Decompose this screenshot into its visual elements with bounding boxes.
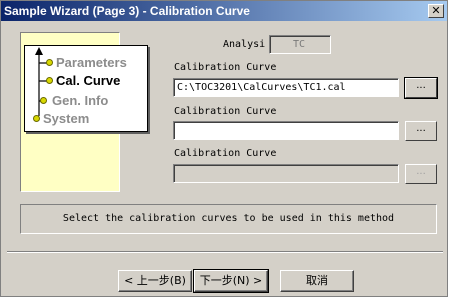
calibration-curve-3-label: Calibration Curve — [174, 148, 277, 159]
browse-button-label: ... — [416, 123, 426, 134]
browse-button-label: ... — [416, 80, 426, 91]
step-dot-icon — [40, 97, 47, 104]
step-dot-icon — [33, 115, 40, 122]
hint-message: Select the calibration curves to be used… — [62, 213, 395, 224]
back-button-label: < 上一步(B) — [124, 274, 186, 287]
nav-item-gen-info[interactable]: Gen. Info — [52, 93, 108, 108]
wizard-dialog: Sample Wizard (Page 3) - Calibration Cur… — [0, 0, 448, 297]
hint-message-box: Select the calibration curves to be used… — [20, 204, 437, 234]
close-button[interactable]: ✕ — [428, 4, 444, 18]
nav-item-cal-curve[interactable]: Cal. Curve — [56, 73, 120, 88]
analysis-value: TC — [293, 39, 306, 50]
browse-button-3: ... — [405, 164, 437, 184]
calibration-curve-1-label: Calibration Curve — [174, 62, 277, 73]
separator-line — [7, 251, 443, 253]
calibration-curve-1-value: C:\TOC3201\CalCurves\TC1.cal — [177, 82, 346, 93]
wizard-steps-box: Parameters Cal. Curve Gen. Info System — [24, 45, 148, 132]
next-button[interactable]: 下一步(N) > — [193, 269, 269, 293]
browse-button-label: ... — [416, 166, 426, 177]
calibration-curve-2-input[interactable] — [173, 121, 399, 140]
calibration-curve-3-input — [173, 164, 399, 183]
next-button-label: 下一步(N) > — [199, 274, 263, 287]
analysis-label: Analysi — [223, 39, 266, 50]
close-icon: ✕ — [431, 4, 441, 17]
window-title: Sample Wizard (Page 3) - Calibration Cur… — [4, 4, 250, 18]
browse-button-1[interactable]: ... — [404, 77, 438, 99]
calibration-curve-1-input[interactable]: C:\TOC3201\CalCurves\TC1.cal — [173, 78, 399, 97]
calibration-curve-2-label: Calibration Curve — [174, 106, 277, 117]
cancel-button[interactable]: 取消 — [280, 270, 354, 292]
title-bar: Sample Wizard (Page 3) - Calibration Cur… — [1, 1, 447, 21]
nav-item-system[interactable]: System — [43, 111, 89, 126]
nav-item-parameters[interactable]: Parameters — [56, 55, 127, 70]
cancel-button-label: 取消 — [306, 274, 328, 287]
browse-button-2[interactable]: ... — [405, 121, 437, 141]
back-button[interactable]: < 上一步(B) — [118, 270, 192, 292]
step-dot-icon — [46, 59, 53, 66]
analysis-field: TC — [269, 35, 331, 54]
step-dot-icon — [46, 77, 53, 84]
